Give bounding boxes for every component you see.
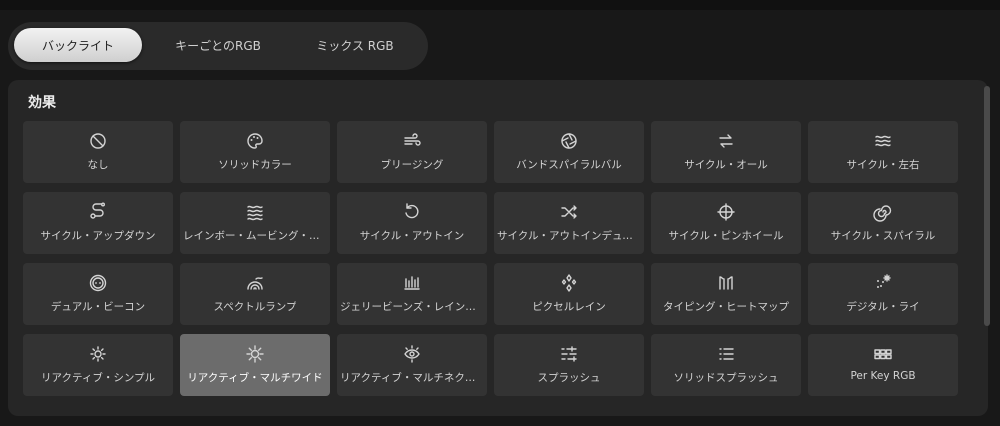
effect-label: サイクル・オール [684, 159, 768, 171]
effect-tile[interactable]: なし [23, 121, 173, 183]
effect-tile[interactable]: リアクティブ・マルチワイド [180, 334, 330, 396]
effect-tile[interactable]: サイクル・スパイラル [808, 192, 958, 254]
effect-tile[interactable]: Per Key RGB [808, 334, 958, 396]
effect-tile[interactable]: ソリッドスプラッシュ [651, 334, 801, 396]
effect-tile[interactable]: リアクティブ・シンプル [23, 334, 173, 396]
list-icon [715, 343, 737, 365]
pinwheel-icon [715, 201, 737, 223]
effect-label: ブリージング [380, 159, 444, 171]
route-icon [87, 201, 109, 223]
spectrum-icon [244, 272, 266, 294]
wind-icon [401, 130, 423, 152]
effect-tile[interactable]: サイクル・ピンホイール [651, 192, 801, 254]
effect-label: リアクティブ・マルチワイド [187, 372, 323, 384]
effect-label: リアクティブ・マルチネクサス [340, 372, 484, 384]
effect-tile[interactable]: スペクトルランプ [180, 263, 330, 325]
effect-tile[interactable]: サイクル・左右 [808, 121, 958, 183]
effect-tile[interactable]: サイクル・アップダウン [23, 192, 173, 254]
effect-label: タイピング・ヒートマップ [663, 301, 789, 313]
sun-icon [244, 343, 266, 365]
rotate-icon [401, 201, 423, 223]
panel-scrollbar[interactable] [984, 86, 990, 326]
effect-label: ジェリービーンズ・レインド... [340, 301, 484, 313]
effect-label: サイクル・左右 [846, 159, 920, 171]
keyboard-grid-icon [872, 343, 894, 365]
effect-tile[interactable]: バンドスパイラルバル [494, 121, 644, 183]
effect-tile[interactable]: ブリージング [337, 121, 487, 183]
beacon-icon [87, 272, 109, 294]
sun-small-icon [87, 343, 109, 365]
effect-label: ピクセルレイン [532, 301, 606, 313]
pixel-rain-icon [558, 272, 580, 294]
effect-tile[interactable]: デュアル・ビーコン [23, 263, 173, 325]
eye-sun-icon [401, 343, 423, 365]
effect-tile[interactable]: サイクル・アウトインデュアル [494, 192, 644, 254]
effect-label: スペクトルランプ [213, 301, 297, 313]
sparkle-dots-icon [872, 272, 894, 294]
effect-tile[interactable]: サイクル・アウトイン [337, 192, 487, 254]
effect-label: サイクル・アップダウン [40, 230, 156, 242]
tab-mix-rgb[interactable]: ミックス RGB [288, 28, 422, 62]
tab-per-key-rgb[interactable]: キーごとのRGB [152, 28, 284, 62]
effect-tile[interactable]: レインボー・ムービング・シ... [180, 192, 330, 254]
rainbow-waves-icon [244, 201, 266, 223]
heatmap-icon [715, 272, 737, 294]
effect-label: サイクル・スパイラル [830, 230, 936, 242]
window-top-strip [0, 0, 1000, 10]
waves-icon [872, 130, 894, 152]
effect-label: なし [87, 159, 109, 171]
cycle-arrows-icon [715, 130, 737, 152]
effect-tile[interactable]: ピクセルレイン [494, 263, 644, 325]
palette-icon [244, 130, 266, 152]
section-title: 効果 [28, 95, 56, 111]
bars-icon [401, 272, 423, 294]
shuffle-icon [558, 201, 580, 223]
effect-label: バンドスパイラルバル [516, 159, 622, 171]
effect-tile[interactable]: ソリッドカラー [180, 121, 330, 183]
tab-backlight[interactable]: バックライト [14, 28, 142, 62]
effect-tile[interactable]: スプラッシュ [494, 334, 644, 396]
splash-lines-icon [558, 343, 580, 365]
effect-label: スプラッシュ [537, 372, 601, 384]
effect-label: デジタル・ライ [846, 301, 920, 313]
effect-label: サイクル・ピンホイール [668, 230, 784, 242]
aperture-icon [558, 130, 580, 152]
no-entry-icon [87, 130, 109, 152]
mode-tab-bar: バックライト キーごとのRGB ミックス RGB [8, 22, 428, 70]
effect-tile[interactable]: ジェリービーンズ・レインド... [337, 263, 487, 325]
effect-tile[interactable]: タイピング・ヒートマップ [651, 263, 801, 325]
effect-tile[interactable]: サイクル・オール [651, 121, 801, 183]
effect-label: サイクル・アウトインデュアル [497, 230, 641, 242]
effect-label: サイクル・アウトイン [359, 230, 465, 242]
effect-label: Per Key RGB [850, 370, 916, 382]
effect-label: ソリッドスプラッシュ [673, 372, 779, 384]
spiral-icon [872, 201, 894, 223]
effect-label: デュアル・ビーコン [50, 301, 146, 313]
effect-label: リアクティブ・シンプル [40, 372, 156, 384]
effect-label: レインボー・ムービング・シ... [183, 230, 327, 242]
effect-tile[interactable]: デジタル・ライ [808, 263, 958, 325]
effect-label: ソリッドカラー [218, 159, 292, 171]
effect-tile[interactable]: リアクティブ・マルチネクサス [337, 334, 487, 396]
